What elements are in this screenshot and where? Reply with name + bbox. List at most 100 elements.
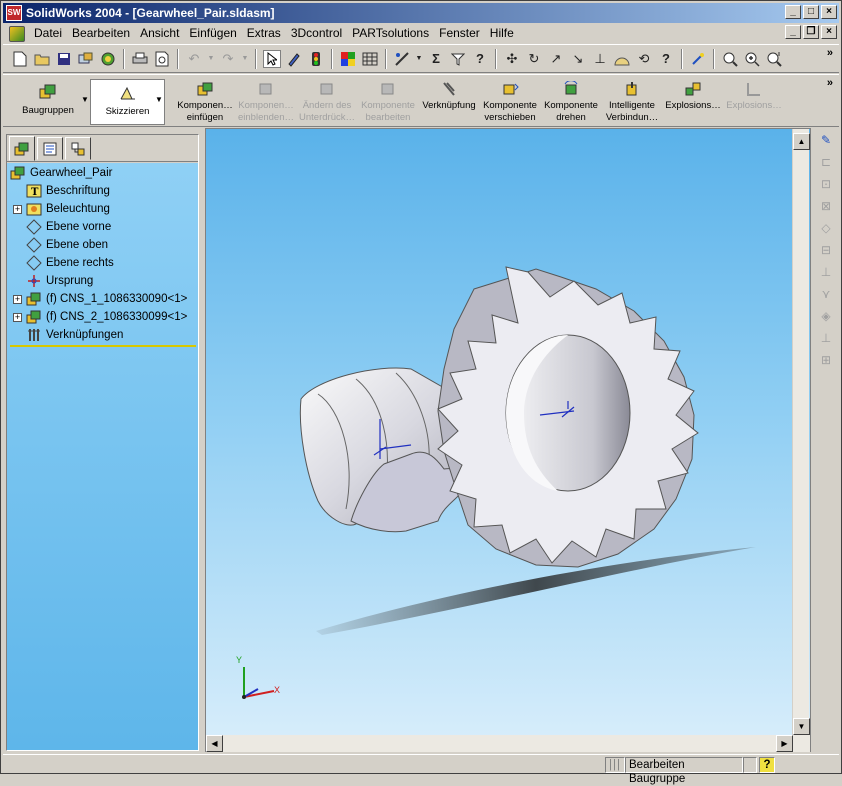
menu-einfuegen[interactable]: Einfügen <box>184 25 241 42</box>
scroll-up-button[interactable]: ▲ <box>793 133 810 150</box>
fix-icon[interactable]: ⊠ <box>816 196 836 216</box>
expand-toggle-icon[interactable]: + <box>13 205 22 214</box>
cmd-move-component[interactable]: Komponente verschieben <box>478 81 542 124</box>
horizontal-icon[interactable]: ⊥ <box>816 328 836 348</box>
color-icon[interactable] <box>339 50 357 68</box>
save-icon[interactable] <box>55 50 73 68</box>
cmd-explode-line[interactable]: Explosions… <box>722 81 786 112</box>
document-icon[interactable] <box>9 25 25 42</box>
midpoint-icon[interactable]: ◈ <box>816 306 836 326</box>
cmd-exploded-view[interactable]: Explosions… <box>661 81 725 112</box>
undo-icon[interactable]: ↶ <box>185 50 203 68</box>
feature-tree[interactable]: Gearwheel_Pair T Beschriftung + Beleucht… <box>7 163 198 750</box>
grid-icon[interactable] <box>361 50 379 68</box>
cmd-mate[interactable]: Verknüpfung <box>417 81 481 112</box>
zoom-area-icon[interactable] <box>765 50 783 68</box>
mode-skizzieren-button[interactable]: Skizzieren <box>90 79 165 125</box>
title-bar[interactable]: SW SolidWorks 2004 - [Gearwheel_Pair.sld… <box>3 3 839 23</box>
sky-icon[interactable] <box>613 50 631 68</box>
refresh-icon[interactable]: ⟲ <box>635 50 653 68</box>
doc-minimize-button[interactable]: _ <box>785 25 801 39</box>
assembly-from-part-icon[interactable] <box>77 50 95 68</box>
cmd-insert-component[interactable]: Komponen… einfügen <box>173 81 237 124</box>
rebuild-icon[interactable] <box>307 50 325 68</box>
tree-item-cns-1[interactable]: (f) CNS_1_1086330090<1> <box>26 290 187 308</box>
print-icon[interactable] <box>131 50 149 68</box>
vertical-scrollbar[interactable]: ▲ ▼ <box>792 129 810 735</box>
maximize-button[interactable]: □ <box>803 5 819 19</box>
tree-root[interactable]: Gearwheel_Pair <box>10 164 112 182</box>
menu-ansicht[interactable]: Ansicht <box>135 25 184 42</box>
tree-item-beschriftung[interactable]: T Beschriftung <box>26 182 110 200</box>
minimize-button[interactable]: _ <box>785 5 801 19</box>
cmd-smart-fasteners[interactable]: Intelligente Verbindun… <box>600 81 664 124</box>
cmd-show-components[interactable]: Komponen… einblenden… <box>234 81 298 124</box>
tree-item-verknuepfungen[interactable]: Verknüpfungen <box>26 326 123 344</box>
undo-dropdown-icon[interactable]: ▼ <box>207 50 215 68</box>
sketch-pencil-icon[interactable]: ✎ <box>816 130 836 150</box>
tree-item-cns-2[interactable]: (f) CNS_2_1086330099<1> <box>26 308 187 326</box>
mode-dropdown-icon[interactable]: ▼ <box>81 95 89 104</box>
cmd-rotate-component[interactable]: Komponente drehen <box>539 81 603 124</box>
print-preview-icon[interactable] <box>153 50 171 68</box>
tree-item-ebene-vorne[interactable]: Ebene vorne <box>26 218 111 236</box>
menu-partsolutions[interactable]: PARTsolutions <box>347 25 434 42</box>
cmd-change-suppression[interactable]: Ändern des Unterdrück… <box>295 81 359 124</box>
command-overflow-icon[interactable]: » <box>827 77 833 89</box>
tree-item-ursprung[interactable]: Ursprung <box>26 272 93 290</box>
cmd-edit-component[interactable]: Komponente bearbeiten <box>356 81 420 124</box>
doc-close-button[interactable]: × <box>821 25 837 39</box>
solidworks-app-icon[interactable]: SW <box>6 5 22 21</box>
redo-icon[interactable]: ↷ <box>219 50 237 68</box>
menu-bearbeiten[interactable]: Bearbeiten <box>67 25 135 42</box>
tree-item-ebene-rechts[interactable]: Ebene rechts <box>26 254 114 272</box>
wizard-icon[interactable] <box>689 50 707 68</box>
expand-toggle-icon[interactable]: + <box>13 313 22 322</box>
menu-datei[interactable]: Datei <box>29 25 67 42</box>
rotate-icon[interactable]: ↻ <box>525 50 543 68</box>
question-icon[interactable]: ? <box>657 50 675 68</box>
open-icon[interactable] <box>33 50 51 68</box>
tab-configuration-manager[interactable] <box>65 137 91 160</box>
menu-extras[interactable]: Extras <box>242 25 286 42</box>
new-icon[interactable] <box>11 50 29 68</box>
menu-3dcontrol[interactable]: 3Dcontrol <box>286 25 347 42</box>
graphics-viewport[interactable]: Y X <box>205 128 811 752</box>
dropdown-icon[interactable]: ▼ <box>415 50 423 68</box>
smart-mate-icon[interactable] <box>393 50 411 68</box>
help-icon[interactable]: ? <box>471 50 489 68</box>
component-color-icon[interactable] <box>99 50 117 68</box>
select-icon[interactable] <box>263 49 281 68</box>
mode-baugruppen-button[interactable]: Baugruppen <box>16 79 80 125</box>
redo-dropdown-icon[interactable]: ▼ <box>241 50 249 68</box>
close-button[interactable]: × <box>821 5 837 19</box>
dimension-icon[interactable]: ⊏ <box>816 152 836 172</box>
coincident-icon[interactable]: ⋎ <box>816 284 836 304</box>
scroll-left-button[interactable]: ◀ <box>206 735 223 752</box>
tab-feature-tree[interactable] <box>9 136 35 161</box>
sketch-icon[interactable] <box>285 50 303 68</box>
relation-icon[interactable]: ⊡ <box>816 174 836 194</box>
mode-dropdown-icon[interactable]: ▼ <box>155 95 163 104</box>
scroll-right-button[interactable]: ▶ <box>776 735 793 752</box>
view-orient-icon[interactable]: ✣ <box>503 50 521 68</box>
equal-icon[interactable]: ⊞ <box>816 350 836 370</box>
tangent-icon[interactable]: ◇ <box>816 218 836 238</box>
horizontal-scrollbar[interactable]: ◀ ▶ <box>206 735 810 752</box>
parallel-icon[interactable]: ⊟ <box>816 240 836 260</box>
zoom-fit-icon[interactable] <box>721 50 739 68</box>
scroll-down-button[interactable]: ▼ <box>793 718 810 735</box>
arrow-icon[interactable]: ↘ <box>569 50 587 68</box>
perpendicular-icon[interactable]: ⊥ <box>816 262 836 282</box>
tree-item-ebene-oben[interactable]: Ebene oben <box>26 236 108 254</box>
normal-icon[interactable]: ⊥ <box>591 50 609 68</box>
zoom-in-icon[interactable] <box>743 50 761 68</box>
doc-restore-button[interactable]: ❐ <box>803 25 819 39</box>
filter-icon[interactable] <box>449 50 467 68</box>
expand-toggle-icon[interactable]: + <box>13 295 22 304</box>
status-help-icon[interactable]: ? <box>759 757 775 773</box>
tree-item-beleuchtung[interactable]: Beleuchtung <box>26 200 110 218</box>
rollback-bar[interactable] <box>10 345 196 347</box>
toolbar-overflow-icon[interactable]: » <box>827 47 833 59</box>
sum-icon[interactable]: Σ <box>427 50 445 68</box>
